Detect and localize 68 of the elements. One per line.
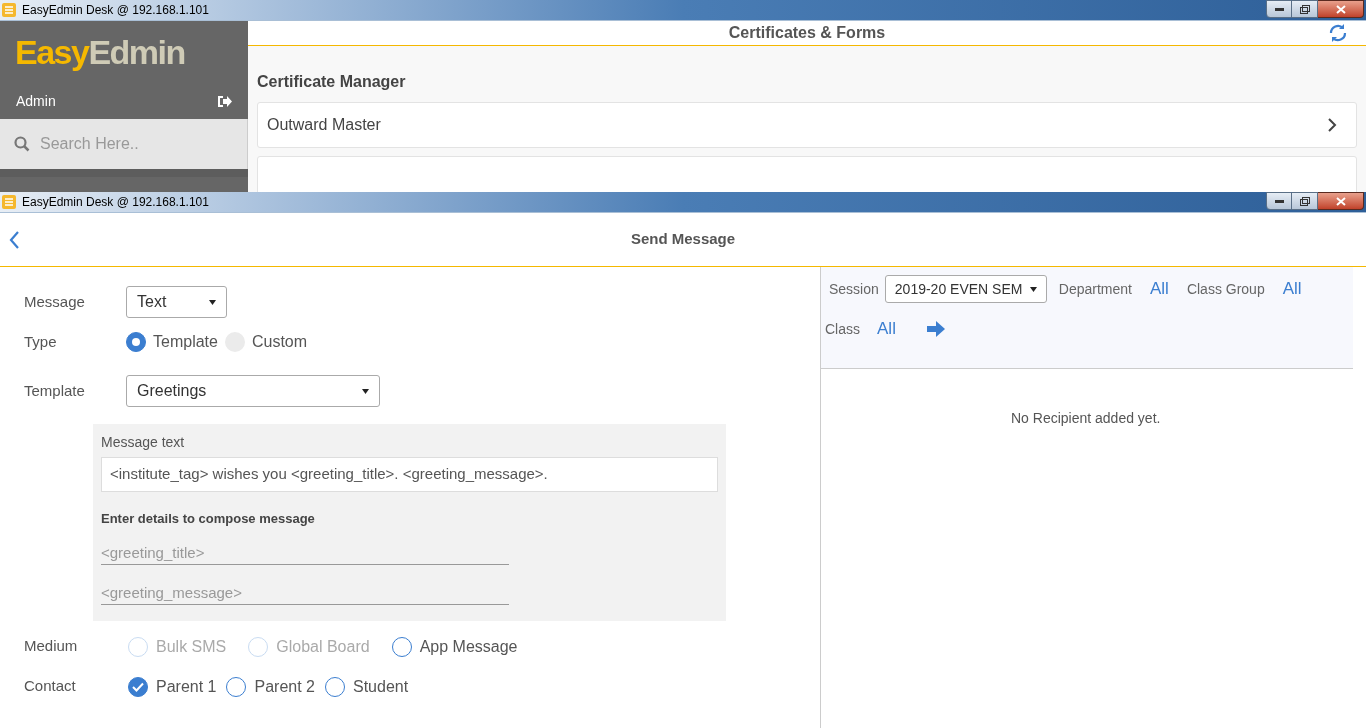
filter-label: Class: [825, 319, 860, 339]
restore-icon: [1299, 4, 1310, 14]
search-icon: [14, 136, 30, 152]
filter-label: Class Group: [1186, 279, 1265, 299]
message-text-field[interactable]: <institute_tag> wishes you <greeting_title>. <greeting_message>.: [101, 457, 718, 492]
app-icon: [2, 3, 16, 17]
close-button[interactable]: [1318, 192, 1364, 210]
checkbox-label: Parent 2: [254, 676, 315, 697]
page-title: Send Message: [630, 229, 736, 250]
close-icon: [1335, 196, 1346, 206]
template-select[interactable]: Greetings: [126, 375, 380, 407]
logout-icon[interactable]: [217, 95, 232, 108]
minimize-button[interactable]: [1266, 0, 1292, 18]
close-button[interactable]: [1318, 0, 1364, 18]
compose-heading: Enter details to compose message: [101, 510, 316, 528]
field-label: Template: [24, 380, 86, 401]
checkbox-label: Student: [352, 676, 409, 697]
checkmark-icon: [132, 681, 144, 692]
search-input[interactable]: Search Here..: [40, 132, 220, 156]
session-select[interactable]: 2019-20 EVEN SEM: [884, 275, 1047, 303]
chevron-right-icon: [1327, 117, 1337, 133]
field-label: Message: [24, 291, 86, 312]
caret-icon: [362, 388, 369, 394]
back-icon[interactable]: [8, 229, 20, 250]
radio-label: Bulk SMS: [156, 636, 227, 657]
class-group-link[interactable]: All: [1282, 276, 1302, 302]
maximize-button[interactable]: [1292, 0, 1318, 18]
caret-icon: [1029, 286, 1037, 292]
input-field[interactable]: <greeting_message>: [101, 580, 509, 605]
checkbox-label: Parent 1: [156, 676, 217, 697]
minimize-button[interactable]: [1266, 192, 1292, 210]
field-label: Type: [24, 331, 58, 352]
minimize-icon: [1274, 7, 1284, 11]
section-heading: Certificate Manager: [257, 72, 407, 92]
radio-button[interactable]: [126, 332, 146, 352]
field-label: Contact: [24, 676, 77, 697]
radio-label: Template: [153, 332, 218, 352]
caret-icon: [209, 299, 216, 305]
window-title: EasyEdmin Desk @ 192.168.1.101: [22, 194, 209, 211]
minimize-icon: [1274, 199, 1284, 203]
window-title: EasyEdmin Desk @ 192.168.1.101: [22, 2, 209, 19]
arrow-right-icon[interactable]: [926, 320, 945, 338]
restore-icon: [1299, 196, 1310, 206]
refresh-icon[interactable]: [1328, 22, 1348, 44]
app-icon: [2, 195, 16, 209]
filter-label: Department: [1058, 279, 1132, 299]
radio-label: App Message: [419, 636, 518, 657]
search-field[interactable]: Search Here..: [0, 119, 248, 169]
checkbox[interactable]: [324, 676, 345, 697]
radio-button[interactable]: [391, 636, 412, 657]
logo: EasyEdmin: [14, 32, 186, 73]
checkbox[interactable]: [128, 676, 148, 697]
class-link[interactable]: All: [877, 316, 896, 342]
input-field[interactable]: <greeting_title>: [101, 540, 509, 565]
empty-message: No Recipient added yet.: [1011, 409, 1162, 428]
maximize-button[interactable]: [1292, 192, 1318, 210]
filter-label: Session: [829, 279, 879, 299]
page-title: Certificates & Forms: [728, 23, 886, 43]
field-label: Medium: [24, 636, 79, 657]
list-item[interactable]: Outward Master: [257, 102, 1357, 148]
close-icon: [1335, 4, 1346, 14]
message-select[interactable]: Text: [126, 286, 227, 318]
department-link[interactable]: All: [1149, 276, 1169, 302]
radio-label: Custom: [251, 332, 308, 352]
user-name: Admin: [16, 92, 56, 111]
radio-label: Global Board: [276, 636, 370, 657]
checkbox[interactable]: [226, 676, 247, 697]
field-label: Message text: [101, 433, 186, 452]
